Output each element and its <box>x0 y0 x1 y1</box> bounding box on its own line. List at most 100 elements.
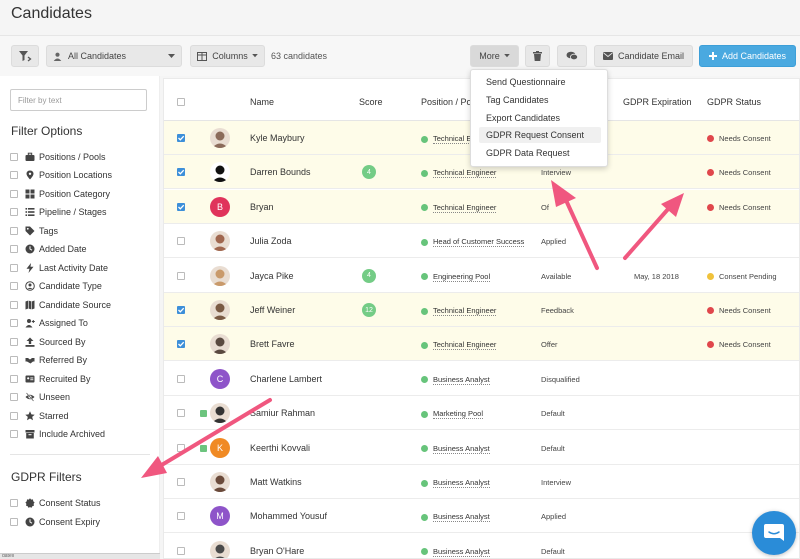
filter-include-archived[interactable]: Include Archived <box>10 427 105 441</box>
filter-checkbox[interactable] <box>10 356 18 364</box>
row-checkbox[interactable] <box>177 478 185 486</box>
filter-checkbox[interactable] <box>10 227 18 235</box>
filter-checkbox[interactable] <box>10 412 18 420</box>
avatar[interactable] <box>210 403 230 424</box>
table-row[interactable]: C Charlene Lambert Business Analyst Disqual… <box>164 362 799 396</box>
candidate-name[interactable]: Darren Bounds <box>250 167 311 177</box>
row-checkbox[interactable] <box>177 306 185 314</box>
avatar[interactable]: K <box>210 437 230 458</box>
position-link[interactable]: Business Analyst <box>421 444 490 454</box>
filter-checkbox[interactable] <box>10 264 18 272</box>
filter-checkbox[interactable] <box>10 393 18 401</box>
select-all-checkbox[interactable] <box>177 98 185 106</box>
position-link[interactable]: Technical Engineer <box>421 306 497 316</box>
table-row[interactable]: Jeff Weiner 12 Technical Engineer Feedback N… <box>164 293 799 327</box>
candidate-name[interactable]: Jayca Pike <box>250 271 294 281</box>
position-link[interactable]: Marketing Pool <box>421 409 484 420</box>
more-button[interactable]: More <box>470 45 519 67</box>
filter-checkbox[interactable] <box>10 499 18 507</box>
filter-tags[interactable]: Tags <box>10 224 58 238</box>
row-checkbox[interactable] <box>177 237 185 246</box>
candidate-name[interactable]: Kyle Maybury <box>250 133 305 143</box>
candidate-name[interactable]: Bryan O'Hare <box>250 546 304 556</box>
toggle-filters-button[interactable] <box>11 45 39 67</box>
filter-checkbox[interactable] <box>10 430 18 438</box>
filter-checkbox[interactable] <box>10 208 18 216</box>
table-row[interactable]: B Bryan Technical Engineer Of Needs Consent <box>164 189 799 224</box>
filter-candidate-source[interactable]: Candidate Source <box>10 298 111 312</box>
filter-assigned-to[interactable]: Assigned To <box>10 316 88 330</box>
filter-checkbox[interactable] <box>10 171 18 179</box>
avatar[interactable] <box>210 128 230 148</box>
position-link[interactable]: Business Analyst <box>421 375 490 385</box>
filter-checkbox[interactable] <box>10 245 18 253</box>
header-gdpr-status[interactable]: GDPR Status <box>707 97 761 107</box>
row-checkbox[interactable] <box>177 134 185 142</box>
filter-consent-expiry[interactable]: Consent Expiry <box>10 515 100 529</box>
filter-sourced-by[interactable]: Sourced By <box>10 335 86 349</box>
candidate-name[interactable]: Brett Favre <box>250 339 295 349</box>
filter-checkbox[interactable] <box>10 375 18 383</box>
row-checkbox[interactable] <box>177 512 185 521</box>
candidate-name[interactable]: Bryan <box>250 202 274 212</box>
avatar[interactable] <box>210 540 230 558</box>
filter-checkbox[interactable] <box>10 338 18 346</box>
filter-unseen[interactable]: Unseen <box>10 390 70 404</box>
menu-send-questionnaire[interactable]: Send Questionnaire <box>479 74 601 90</box>
menu-gdpr-request-consent[interactable]: GDPR Request Consent <box>479 127 601 143</box>
row-checkbox[interactable] <box>177 168 185 177</box>
position-link[interactable]: Technical Engineer <box>421 340 497 351</box>
row-checkbox[interactable] <box>177 546 185 555</box>
position-link[interactable]: Business Analyst <box>421 512 490 523</box>
candidate-name[interactable]: Julia Zoda <box>250 236 292 246</box>
table-row[interactable]: K Keerthi Kovvali Business Analyst Default <box>164 431 799 465</box>
avatar[interactable] <box>210 231 230 252</box>
filter-last-activity-date[interactable]: Last Activity Date <box>10 261 108 275</box>
candidate-name[interactable]: Keerthi Kovvali <box>250 443 310 453</box>
filter-referred-by[interactable]: Referred By <box>10 353 87 367</box>
filter-recruited-by[interactable]: Recruited By <box>10 372 91 386</box>
filter-starred[interactable]: Starred <box>10 409 69 423</box>
avatar[interactable] <box>210 265 230 286</box>
header-name[interactable]: Name <box>250 97 274 107</box>
avatar[interactable]: M <box>210 506 230 527</box>
position-link[interactable]: Head of Customer Success <box>421 237 525 248</box>
row-checkbox[interactable] <box>177 202 185 211</box>
filter-consent-status[interactable]: Consent Status <box>10 496 101 510</box>
add-candidates-button[interactable]: Add Candidates <box>699 45 796 67</box>
table-row[interactable]: Jayca Pike 4 Engineering Pool Available May,… <box>164 259 799 293</box>
candidate-name[interactable]: Samiur Rahman <box>250 408 315 418</box>
position-link[interactable]: Technical E <box>421 134 472 144</box>
header-score[interactable]: Score <box>359 97 383 107</box>
menu-export-candidates[interactable]: Export Candidates <box>479 110 601 126</box>
filter-position-locations[interactable]: Position Locations <box>10 168 112 182</box>
table-row[interactable]: M Mohammed Yousuf Business Analyst Applied <box>164 499 799 534</box>
table-row[interactable]: Julia Zoda Head of Customer Success Applie… <box>164 224 799 259</box>
table-row[interactable]: Matt Watkins Business Analyst Interview <box>164 465 799 499</box>
row-checkbox[interactable] <box>177 409 185 418</box>
avatar[interactable] <box>210 300 230 320</box>
candidate-name[interactable]: Charlene Lambert <box>250 374 322 384</box>
filter-positions-pools[interactable]: Positions / Pools <box>10 150 106 164</box>
position-link[interactable]: Technical Engineer <box>421 203 497 213</box>
filter-candidate-type[interactable]: Candidate Type <box>10 279 102 293</box>
row-checkbox[interactable] <box>177 374 185 383</box>
table-row[interactable]: Samiur Rahman Marketing Pool Default <box>164 396 799 431</box>
message-button[interactable] <box>557 45 587 67</box>
candidate-name[interactable]: Jeff Weiner <box>250 305 295 315</box>
row-checkbox[interactable] <box>177 443 185 452</box>
position-link[interactable]: Engineering Pool <box>421 272 491 282</box>
filter-added-date[interactable]: Added Date <box>10 242 87 256</box>
position-link[interactable]: Technical Engineer <box>421 168 497 179</box>
filter-checkbox[interactable] <box>10 518 18 526</box>
avatar[interactable] <box>210 162 230 183</box>
candidate-view-select[interactable]: All Candidates <box>46 45 182 67</box>
candidate-name[interactable]: Matt Watkins <box>250 477 302 487</box>
filter-position-category[interactable]: Position Category <box>10 187 110 201</box>
table-row[interactable]: Brett Favre Technical Engineer Offer Needs … <box>164 327 799 362</box>
candidate-name[interactable]: Mohammed Yousuf <box>250 511 327 521</box>
avatar[interactable]: C <box>210 368 230 389</box>
chat-launcher-button[interactable] <box>752 511 796 555</box>
table-row[interactable]: Bryan O'Hare Business Analyst Default <box>164 534 799 558</box>
filter-text-input[interactable] <box>10 89 147 111</box>
